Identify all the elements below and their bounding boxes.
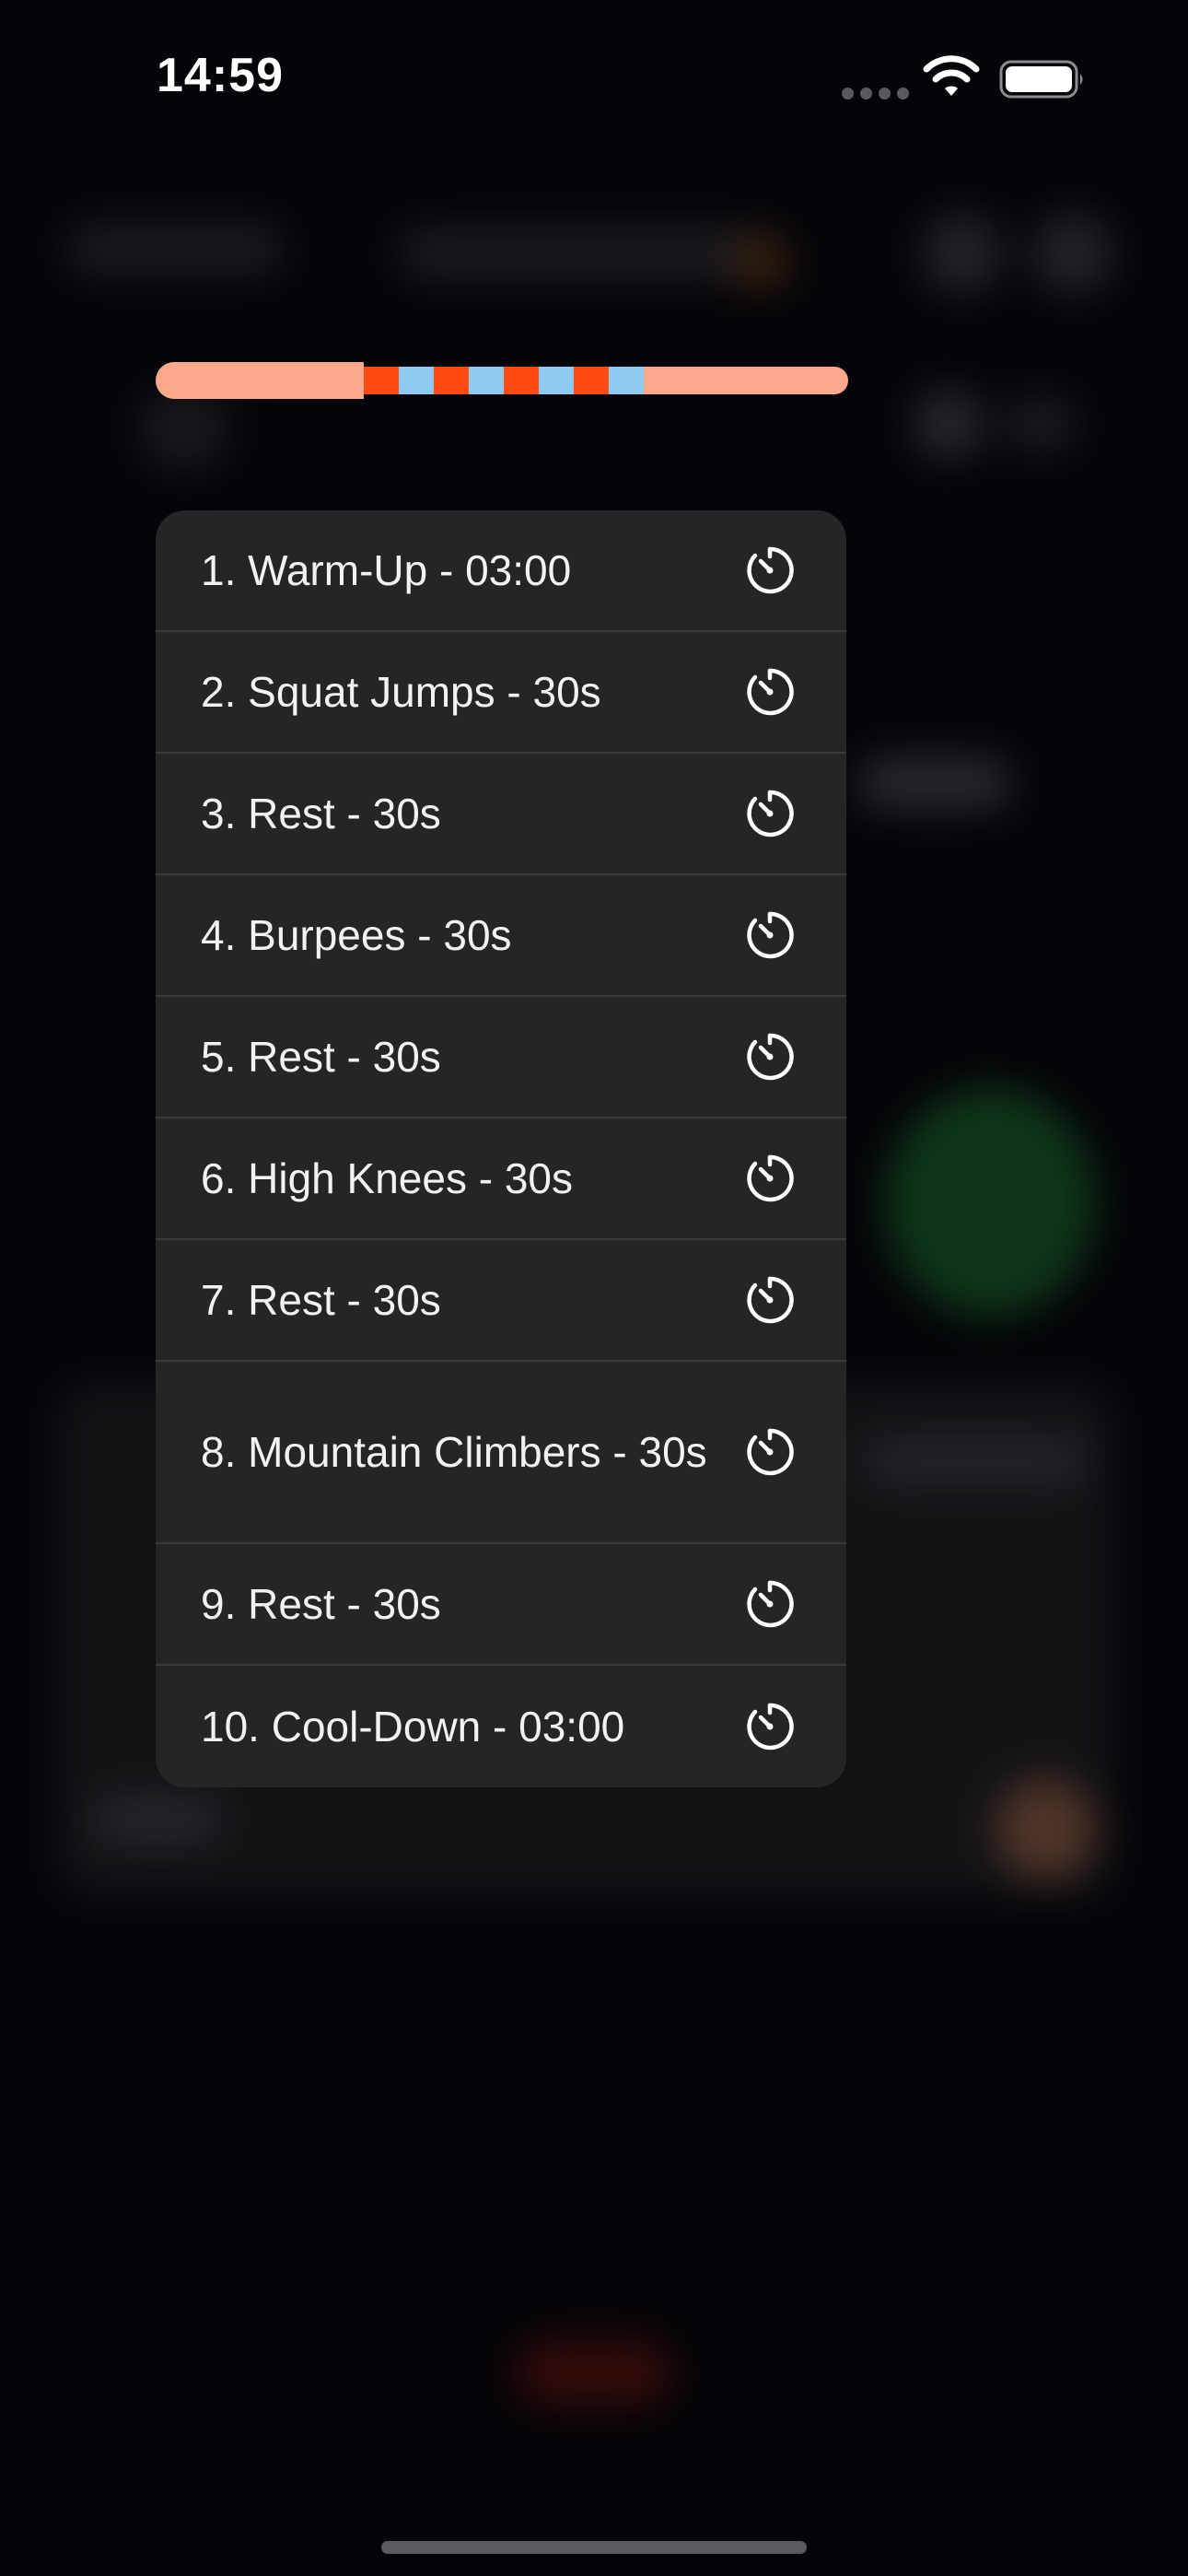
- wifi-icon: [923, 55, 980, 96]
- timer-icon: [744, 1274, 796, 1326]
- menu-item-label: 6. High Knees - 30s: [201, 1154, 574, 1202]
- menu-item-label: 4. Burpees - 30s: [201, 911, 512, 959]
- cellular-signal-icon: [842, 88, 909, 100]
- workout-progress-bar: [156, 362, 848, 399]
- menu-item-warm-up[interactable]: 1. Warm-Up - 03:00: [156, 510, 846, 632]
- progress-segment-rest: [469, 367, 504, 394]
- timer-icon: [744, 1578, 796, 1630]
- progress-segment-rest: [609, 367, 644, 394]
- menu-item-label: 2. Squat Jumps - 30s: [201, 668, 601, 716]
- progress-segment-work: [574, 367, 609, 394]
- timer-icon: [744, 1153, 796, 1204]
- progress-segment-rest: [399, 367, 434, 394]
- menu-item-squat-jumps[interactable]: 2. Squat Jumps - 30s: [156, 632, 846, 754]
- menu-item-rest-3[interactable]: 7. Rest - 30s: [156, 1240, 846, 1362]
- progress-segment-cooldown: [644, 367, 848, 394]
- timer-icon: [744, 1701, 796, 1752]
- home-indicator[interactable]: [381, 2541, 807, 2554]
- timer-icon: [744, 1426, 796, 1478]
- menu-item-high-knees[interactable]: 6. High Knees - 30s: [156, 1118, 846, 1240]
- menu-item-label: 3. Rest - 30s: [201, 790, 441, 837]
- progress-segment-warmup: [156, 362, 364, 399]
- menu-item-label: 7. Rest - 30s: [201, 1276, 441, 1324]
- progress-segment-rest: [539, 367, 574, 394]
- status-time: 14:59: [157, 49, 284, 102]
- battery-icon: [999, 60, 1083, 99]
- status-bar: 14:59: [0, 0, 1188, 157]
- menu-item-label: 5. Rest - 30s: [201, 1033, 441, 1081]
- menu-item-label: 9. Rest - 30s: [201, 1580, 441, 1628]
- progress-segment-work: [504, 367, 539, 394]
- progress-segment-work: [364, 367, 399, 394]
- timer-icon: [744, 788, 796, 839]
- menu-item-label: 10. Cool-Down - 03:00: [201, 1703, 625, 1751]
- menu-item-label: 8. Mountain Climbers - 30s: [201, 1428, 707, 1476]
- menu-item-rest-2[interactable]: 5. Rest - 30s: [156, 997, 846, 1118]
- menu-item-rest-4[interactable]: 9. Rest - 30s: [156, 1544, 846, 1666]
- timer-icon: [744, 1031, 796, 1083]
- timer-icon: [744, 909, 796, 961]
- menu-item-burpees[interactable]: 4. Burpees - 30s: [156, 875, 846, 997]
- menu-item-mountain-climbers[interactable]: 8. Mountain Climbers - 30s: [156, 1362, 846, 1544]
- interval-menu: 1. Warm-Up - 03:00 2. Squat Jumps - 30s …: [156, 510, 846, 1787]
- menu-item-rest-1[interactable]: 3. Rest - 30s: [156, 754, 846, 875]
- timer-icon: [744, 666, 796, 718]
- menu-item-cool-down[interactable]: 10. Cool-Down - 03:00: [156, 1666, 846, 1787]
- progress-segment-work: [434, 367, 469, 394]
- timer-icon: [744, 544, 796, 596]
- menu-item-label: 1. Warm-Up - 03:00: [201, 546, 572, 594]
